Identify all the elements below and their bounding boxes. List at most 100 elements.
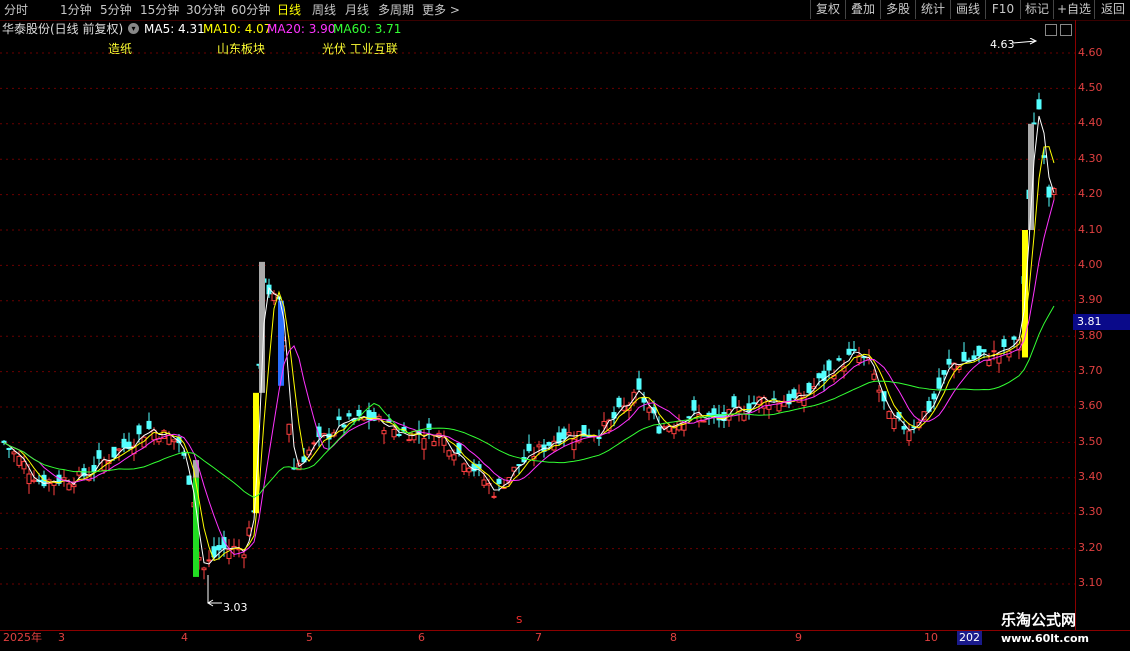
candle-body <box>71 484 77 488</box>
candle-body <box>526 443 532 452</box>
candle-body <box>286 423 292 435</box>
candle-body <box>701 420 707 423</box>
low-price-label: 3.03 <box>223 601 248 614</box>
candle-body <box>171 439 177 443</box>
candle-body <box>151 429 157 441</box>
candle-body <box>981 349 987 353</box>
candle-body <box>66 483 72 491</box>
price-label: 3.80 <box>1078 329 1103 342</box>
tab-15min[interactable]: 15分钟 <box>140 0 179 20</box>
candle-body <box>396 433 402 436</box>
stats-button[interactable]: 统计 <box>915 0 950 19</box>
candle-body <box>6 447 12 450</box>
candle-body <box>491 495 497 498</box>
tab-60min[interactable]: 60分钟 <box>231 0 270 20</box>
candle-body <box>986 359 992 367</box>
tab-fenshi[interactable]: 分时 <box>4 0 28 20</box>
candle-body <box>816 373 822 379</box>
candle-body <box>166 434 172 445</box>
price-label: 3.10 <box>1078 576 1103 589</box>
candle-body <box>496 478 502 484</box>
candle-body <box>1001 339 1007 348</box>
candle-body <box>11 451 17 455</box>
candle-body <box>561 428 567 440</box>
watermark-url: www.60lt.com <box>1001 632 1090 645</box>
candle-body <box>446 450 452 457</box>
candle-body <box>906 430 912 442</box>
candle-body <box>461 463 467 472</box>
candle-body <box>901 426 907 430</box>
tab-monthly[interactable]: 月线 <box>345 0 369 20</box>
date-label: 10 <box>924 631 938 644</box>
candle-body <box>616 397 622 408</box>
candle-body <box>381 430 387 435</box>
candle-body <box>931 393 937 400</box>
candle-body <box>466 467 472 473</box>
candle-body <box>406 439 412 442</box>
price-label: 4.60 <box>1078 46 1103 59</box>
candle-body <box>751 402 757 405</box>
date-label: 2025年 <box>3 631 42 644</box>
tab-more[interactable]: 更多 > <box>422 0 460 20</box>
candle-body <box>336 416 342 421</box>
candle-body <box>851 348 857 351</box>
ma20-value: MA20: 3.90 <box>267 22 336 36</box>
candle-body <box>481 479 487 486</box>
candle-body <box>636 378 642 390</box>
candle-body <box>656 426 662 434</box>
high-arrow-icon <box>1012 38 1038 45</box>
multi-stock-button[interactable]: 多股 <box>880 0 915 19</box>
date-label: 7 <box>535 631 542 644</box>
draw-line-button[interactable]: 画线 <box>950 0 985 19</box>
dropdown-icon[interactable]: ▾ <box>128 23 139 34</box>
tab-weekly[interactable]: 周线 <box>312 0 336 20</box>
candle-body <box>21 461 27 470</box>
candle-body <box>991 350 997 353</box>
candle-body <box>876 389 882 393</box>
price-label: 4.10 <box>1078 223 1103 236</box>
candle-body <box>961 351 967 362</box>
candle-body <box>421 438 427 450</box>
mark-button[interactable]: 标记 <box>1020 0 1053 19</box>
candlestick-chart[interactable] <box>0 38 1075 630</box>
candle-body <box>691 400 697 411</box>
tab-5min[interactable]: 5分钟 <box>100 0 132 20</box>
candle-body <box>311 442 317 445</box>
low-arrow-icon <box>207 575 222 607</box>
ma20-line <box>3 199 1055 556</box>
candle-body <box>936 377 942 389</box>
candle-body <box>1011 336 1017 340</box>
candle-body <box>136 425 142 435</box>
candle-body <box>206 559 212 562</box>
candle-body <box>121 438 127 448</box>
add-watchlist-button[interactable]: +自选 <box>1053 0 1094 19</box>
price-label: 4.00 <box>1078 258 1103 271</box>
candle-body <box>886 411 892 419</box>
back-button[interactable]: 返回 <box>1094 0 1130 19</box>
overlay-button[interactable]: 叠加 <box>845 0 880 19</box>
date-label: 3 <box>58 631 65 644</box>
candle-body <box>871 373 877 380</box>
tab-30min[interactable]: 30分钟 <box>186 0 225 20</box>
candle-body <box>791 389 797 399</box>
candle-body <box>971 355 977 360</box>
candle-body <box>146 420 152 429</box>
tab-multi-period[interactable]: 多周期 <box>378 0 414 20</box>
watermark-title: 乐淘公式网 <box>1001 611 1077 629</box>
candle-body <box>1046 186 1052 198</box>
candle-body <box>646 407 652 413</box>
candle-body <box>846 348 852 355</box>
f10-button[interactable]: F10 <box>985 0 1020 19</box>
date-label: 6 <box>418 631 425 644</box>
price-label: 4.50 <box>1078 81 1103 94</box>
ma60-line <box>3 305 1055 498</box>
diamond-icon[interactable] <box>1045 24 1057 36</box>
window-icon[interactable] <box>1060 24 1072 36</box>
candle-body <box>826 360 832 371</box>
candle-body <box>116 448 122 451</box>
candle-body <box>571 438 577 451</box>
candle-body <box>741 413 747 421</box>
fuquan-button[interactable]: 复权 <box>810 0 845 19</box>
tab-daily[interactable]: 日线 <box>277 0 301 20</box>
tab-1min[interactable]: 1分钟 <box>60 0 92 20</box>
